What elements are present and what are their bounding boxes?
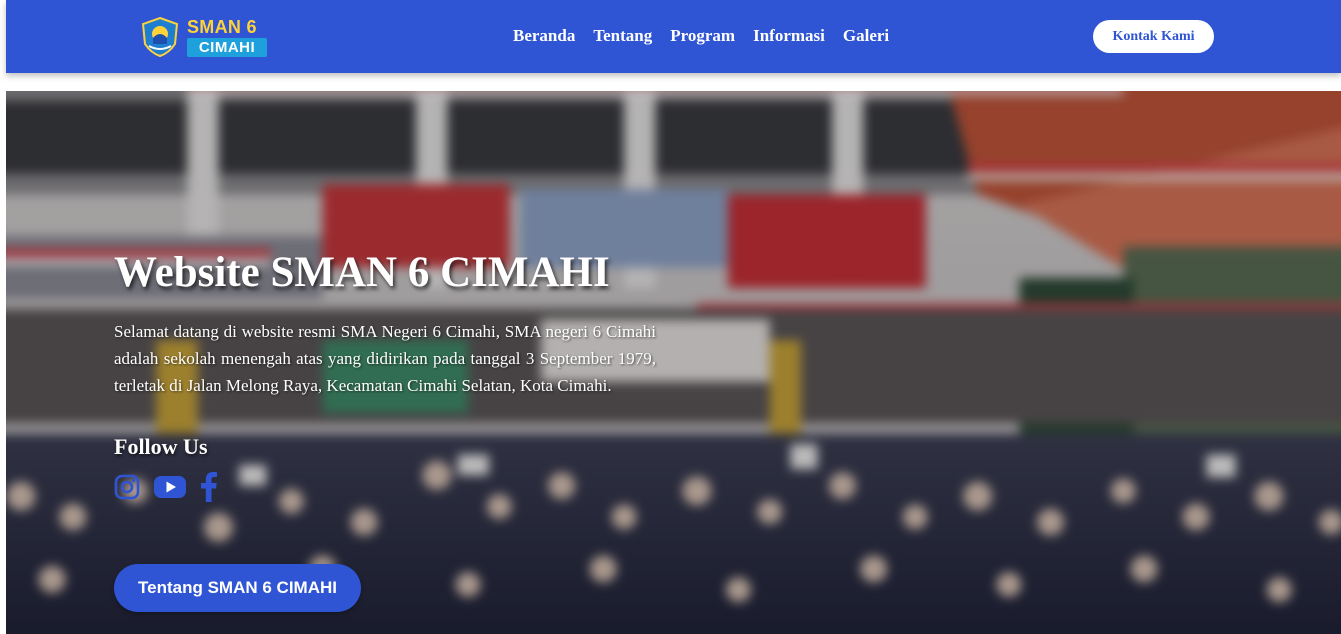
contact-button[interactable]: Kontak Kami [1093, 20, 1214, 53]
school-emblem-icon [141, 16, 179, 58]
nav-item-informasi[interactable]: Informasi [753, 26, 825, 46]
nav-item-tentang[interactable]: Tentang [593, 26, 652, 46]
navbar: SMAN 6 CIMAHI Beranda Tentang Program In… [6, 0, 1341, 73]
follow-us-heading: Follow Us [114, 434, 208, 460]
logo-text-bottom: CIMAHI [187, 38, 267, 57]
nav-item-galeri[interactable]: Galeri [843, 26, 889, 46]
about-school-button[interactable]: Tentang SMAN 6 CIMAHI [114, 564, 361, 612]
instagram-icon[interactable] [114, 474, 140, 505]
hero-content: Website SMAN 6 CIMAHI Selamat datang di … [114, 249, 656, 507]
logo-text-top: SMAN 6 [187, 17, 257, 37]
site-logo[interactable]: SMAN 6 CIMAHI [139, 16, 269, 58]
youtube-icon[interactable] [154, 475, 186, 504]
social-links [114, 472, 656, 507]
facebook-icon[interactable] [200, 472, 218, 507]
nav-item-beranda[interactable]: Beranda [513, 26, 575, 46]
hero-section: Website SMAN 6 CIMAHI Selamat datang di … [6, 91, 1341, 634]
hero-title: Website SMAN 6 CIMAHI [114, 249, 610, 296]
nav-item-program[interactable]: Program [670, 26, 735, 46]
hero-description: Selamat datang di website resmi SMA Nege… [114, 322, 656, 396]
main-nav: Beranda Tentang Program Informasi Galeri [513, 26, 907, 46]
